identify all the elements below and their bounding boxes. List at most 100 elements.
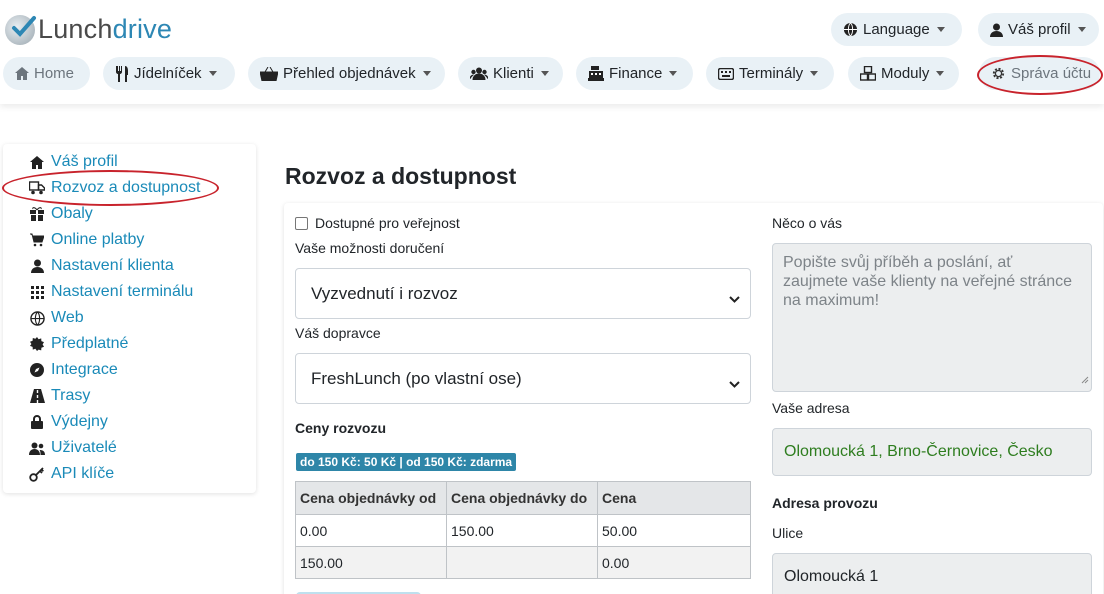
about-label: Něco o vás xyxy=(772,215,843,231)
nav-home-label: Home xyxy=(34,65,75,82)
utensils-icon xyxy=(115,65,129,82)
nav-menu[interactable]: Jídelníček xyxy=(103,57,235,90)
sidebar-item-users[interactable]: Uživatelé xyxy=(29,437,117,459)
public-availability-label: Dostupné pro veřejnost xyxy=(315,215,460,231)
nav-account-label: Správa účtu xyxy=(1011,65,1092,82)
sidebar-item-routes[interactable]: Trasy xyxy=(29,385,90,407)
key-icon xyxy=(29,466,45,482)
nav-modules[interactable]: Moduly xyxy=(848,57,959,90)
carrier-select[interactable]: FreshLunch (po vlastní ose) xyxy=(295,353,751,404)
nav-clients-label: Klienti xyxy=(493,65,534,82)
resize-handle-icon[interactable] xyxy=(1080,370,1089,389)
logo-check-icon xyxy=(5,14,36,45)
nav-orders[interactable]: Přehled objednávek xyxy=(248,57,445,90)
sidebar-item-label: Nastavení klienta xyxy=(51,257,174,274)
delivery-price-table: Cena objednávky od Cena objednávky do Ce… xyxy=(295,481,751,579)
cart-icon xyxy=(29,232,45,248)
address-value: Olomoucká 1, Brno-Černovice, Česko xyxy=(784,443,1053,460)
nav-modules-label: Moduly xyxy=(881,65,930,82)
sidebar-item-label: Váš profil xyxy=(51,153,118,170)
address-field[interactable]: Olomoucká 1, Brno-Černovice, Česko xyxy=(772,428,1092,476)
globe-icon xyxy=(843,22,858,37)
nav-terminals-label: Terminály xyxy=(739,65,804,82)
table-row[interactable]: 0.00 150.00 50.00 xyxy=(295,514,751,547)
table-cell[interactable]: 150.00 xyxy=(446,514,598,547)
street-value: Olomoucká 1 xyxy=(784,568,879,585)
sidebar-item-label: Obaly xyxy=(51,205,93,222)
profile-label: Váš profil xyxy=(1008,21,1071,38)
sidebar-item-label: Web xyxy=(51,309,84,326)
sidebar-item-subscription[interactable]: Předplatné xyxy=(29,333,128,355)
lunchdrive-logo[interactable]: Lunchdrive xyxy=(5,14,172,45)
about-textarea[interactable]: Popište svůj příběh a poslání, ať zaujme… xyxy=(772,243,1092,392)
language-dropdown[interactable]: Language xyxy=(831,13,962,46)
settings-sidebar: Váš profil Rozvoz a dostupnost Obaly Onl… xyxy=(3,144,256,493)
sidebar-item-web[interactable]: Web xyxy=(29,307,84,329)
sidebar-item-label: Online platby xyxy=(51,231,145,248)
nav-clients[interactable]: Klienti xyxy=(458,57,563,90)
sidebar-item-integrations[interactable]: Integrace xyxy=(29,359,118,381)
table-cell[interactable]: 0.00 xyxy=(597,546,751,579)
chevron-down-icon xyxy=(669,71,678,76)
table-cell[interactable] xyxy=(446,546,598,579)
users-icon xyxy=(29,440,45,456)
chevron-down-icon xyxy=(422,71,431,76)
chevron-down-icon xyxy=(936,71,945,76)
delivery-prices-heading: Ceny rozvozu xyxy=(295,420,387,436)
truck-icon xyxy=(29,180,45,196)
profile-dropdown[interactable]: Váš profil xyxy=(978,13,1099,46)
chevron-down-icon xyxy=(810,71,819,76)
address-label: Vaše adresa xyxy=(772,400,850,416)
delivery-prices-badge: do 150 Kč: 50 Kč | od 150 Kč: zdarma xyxy=(296,453,517,471)
sidebar-item-label: Integrace xyxy=(51,361,118,378)
sidebar-item-api-keys[interactable]: API klíče xyxy=(29,463,114,485)
chevron-down-icon xyxy=(208,71,217,76)
logo-text-drive: drive xyxy=(112,14,173,44)
sidebar-item-terminal-settings[interactable]: Nastavení terminálu xyxy=(29,281,193,303)
road-icon xyxy=(29,388,45,404)
sidebar-item-label: API klíče xyxy=(51,465,115,482)
delivery-options-label: Vaše možnosti doručení xyxy=(295,240,445,256)
nav-terminals[interactable]: Terminály xyxy=(706,57,834,90)
public-availability-checkbox[interactable] xyxy=(295,217,308,230)
about-placeholder: Popište svůj příběh a poslání, ať zaujme… xyxy=(783,254,1073,309)
table-row[interactable]: 150.00 0.00 xyxy=(295,546,751,579)
sidebar-item-online-payments[interactable]: Online platby xyxy=(29,229,144,251)
sidebar-item-pickup-points[interactable]: Výdejny xyxy=(29,411,108,433)
sidebar-item-label: Výdejny xyxy=(51,413,108,430)
column-header: Cena objednávky od xyxy=(295,481,447,515)
nav-finance[interactable]: Finance xyxy=(576,57,693,90)
sidebar-item-delivery[interactable]: Rozvoz a dostupnost xyxy=(29,177,200,199)
home-icon xyxy=(29,154,45,170)
top-header: Lunchdrive Language Váš profil Home Jíde… xyxy=(0,0,1104,104)
chevron-down-icon xyxy=(540,71,549,76)
nav-home[interactable]: Home xyxy=(3,57,90,90)
sidebar-item-profile[interactable]: Váš profil xyxy=(29,151,118,173)
table-cell[interactable]: 0.00 xyxy=(295,514,447,547)
table-cell[interactable]: 50.00 xyxy=(597,514,751,547)
chevron-down-icon xyxy=(729,289,740,309)
sidebar-item-label: Nastavení terminálu xyxy=(51,283,194,300)
operation-address-heading: Adresa provozu xyxy=(772,495,878,511)
chevron-down-icon xyxy=(729,374,740,394)
street-field[interactable]: Olomoucká 1 xyxy=(772,553,1092,594)
page-title: Rozvoz a dostupnost xyxy=(285,163,517,189)
users-icon xyxy=(470,67,488,80)
sidebar-item-client-settings[interactable]: Nastavení klienta xyxy=(29,255,174,277)
sidebar-item-label: Trasy xyxy=(51,387,91,404)
logo-text-lunch: Lunch xyxy=(38,14,113,44)
lock-icon xyxy=(29,414,45,430)
sidebar-item-label: Předplatné xyxy=(51,335,129,352)
gear-icon xyxy=(991,66,1006,81)
grid-icon xyxy=(29,284,45,300)
language-label: Language xyxy=(863,21,930,38)
table-cell[interactable]: 150.00 xyxy=(295,546,447,579)
nav-account[interactable]: Správa účtu xyxy=(979,57,1100,90)
chevron-down-icon xyxy=(936,27,945,32)
globe-icon xyxy=(29,310,45,326)
sidebar-item-label: Rozvoz a dostupnost xyxy=(51,179,201,196)
delivery-options-select[interactable]: Vyzvednutí i rozvoz xyxy=(295,268,751,319)
sidebar-item-packaging[interactable]: Obaly xyxy=(29,203,93,225)
nav-menu-label: Jídelníček xyxy=(134,65,202,82)
delivery-options-value: Vyzvednutí i rozvoz xyxy=(311,283,458,303)
